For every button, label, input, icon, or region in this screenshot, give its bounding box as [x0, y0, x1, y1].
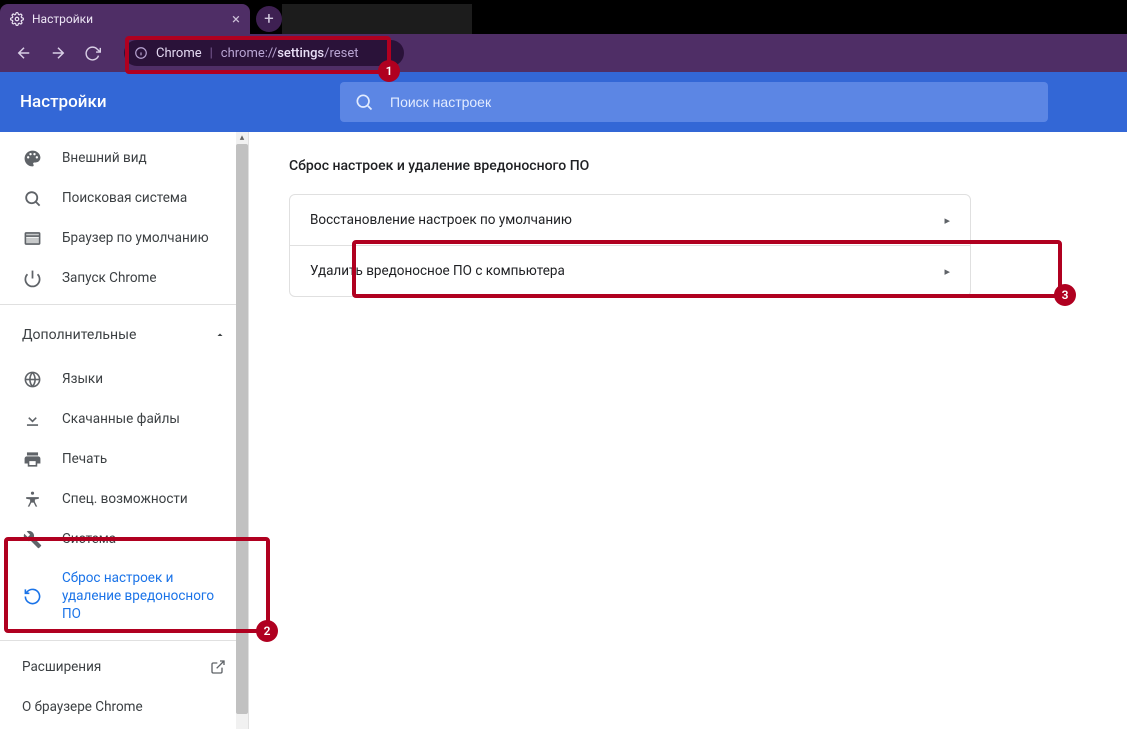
- forward-button[interactable]: [44, 39, 72, 67]
- search-icon: [22, 188, 42, 208]
- settings-search[interactable]: [340, 82, 1048, 122]
- sidebar-advanced-toggle[interactable]: Дополнительные: [0, 311, 248, 359]
- advanced-label: Дополнительные: [22, 327, 136, 343]
- accessibility-icon: [22, 489, 42, 509]
- row-label: Восстановление настроек по умолчанию: [310, 212, 572, 228]
- settings-content: Сброс настроек и удаление вредоносного П…: [249, 132, 1127, 729]
- row-restore-defaults[interactable]: Восстановление настроек по умолчанию ▸: [290, 195, 970, 245]
- sidebar-item-label: Запуск Chrome: [62, 269, 157, 287]
- print-icon: [22, 449, 42, 469]
- sidebar-item-label: Поисковая система: [62, 189, 187, 207]
- address-bar[interactable]: Chrome | chrome://settings/reset: [124, 40, 404, 66]
- sidebar-item-about[interactable]: О браузере Chrome: [0, 687, 248, 727]
- tab-strip: Настройки × +: [0, 0, 1127, 34]
- sidebar-item-label: Сброс настроек и удаление вредоносного П…: [62, 569, 226, 624]
- close-icon[interactable]: ×: [232, 12, 240, 27]
- sidebar-item-extensions[interactable]: Расширения: [0, 647, 248, 687]
- sidebar-item-label: Браузер по умолчанию: [62, 229, 209, 247]
- plus-icon: +: [264, 9, 274, 29]
- content-heading: Сброс настроек и удаление вредоносного П…: [289, 158, 1087, 174]
- sidebar-item-default-browser[interactable]: Браузер по умолчанию: [0, 218, 248, 258]
- tab-title: Настройки: [32, 12, 93, 26]
- sidebar-item-print[interactable]: Печать: [0, 439, 248, 479]
- settings-sidebar: ▴ Внешний вид Поисковая система Браузер …: [0, 132, 249, 729]
- sidebar-item-system[interactable]: Система: [0, 519, 248, 559]
- search-icon: [354, 92, 374, 112]
- reload-button[interactable]: [78, 39, 106, 67]
- chevron-up-icon: [214, 329, 226, 341]
- divider: [0, 640, 248, 641]
- browser-icon: [22, 228, 42, 248]
- external-link-icon: [210, 659, 226, 675]
- scrollbar-thumb[interactable]: [236, 144, 248, 714]
- settings-header: Настройки: [0, 72, 1127, 132]
- omnibox-url: chrome://settings/reset: [221, 46, 359, 61]
- sidebar-item-startup[interactable]: Запуск Chrome: [0, 258, 248, 298]
- sidebar-item-label: Спец. возможности: [62, 490, 188, 508]
- globe-icon: [22, 369, 42, 389]
- sidebar-item-label: Система: [62, 530, 116, 548]
- chevron-right-icon: ▸: [944, 265, 950, 278]
- sidebar-item-label: Печать: [62, 450, 107, 468]
- tab-active[interactable]: Настройки ×: [0, 4, 250, 34]
- sidebar-item-accessibility[interactable]: Спец. возможности: [0, 479, 248, 519]
- info-icon: [134, 46, 148, 60]
- gear-icon: [10, 12, 24, 26]
- back-button[interactable]: [10, 39, 38, 67]
- sidebar-item-label: Языки: [62, 370, 103, 388]
- download-icon: [22, 409, 42, 429]
- new-tab-button[interactable]: +: [256, 6, 282, 32]
- settings-card: Восстановление настроек по умолчанию ▸ У…: [289, 194, 971, 297]
- sidebar-item-label: Внешний вид: [62, 149, 147, 167]
- page-title: Настройки: [20, 92, 340, 112]
- search-input[interactable]: [388, 93, 1034, 111]
- sidebar-item-appearance[interactable]: Внешний вид: [0, 138, 248, 178]
- chevron-right-icon: ▸: [944, 214, 950, 227]
- reset-icon: [22, 586, 42, 606]
- sidebar-item-search-engine[interactable]: Поисковая система: [0, 178, 248, 218]
- sidebar-item-label: Скачанные файлы: [62, 410, 180, 428]
- tab-inactive[interactable]: [282, 4, 472, 34]
- row-remove-malware[interactable]: Удалить вредоносное ПО с компьютера ▸: [290, 245, 970, 296]
- omnibox-separator: |: [210, 46, 213, 61]
- divider: [0, 304, 248, 305]
- omnibox-chip: Chrome: [156, 46, 202, 61]
- sidebar-item-label: Расширения: [22, 658, 101, 676]
- sidebar-item-label: О браузере Chrome: [22, 698, 143, 716]
- palette-icon: [22, 148, 42, 168]
- sidebar-item-languages[interactable]: Языки: [0, 359, 248, 399]
- browser-toolbar: Chrome | chrome://settings/reset: [0, 34, 1127, 72]
- scroll-up-icon[interactable]: ▴: [236, 132, 248, 144]
- sidebar-item-reset[interactable]: Сброс настроек и удаление вредоносного П…: [0, 559, 248, 634]
- wrench-icon: [22, 529, 42, 549]
- power-icon: [22, 268, 42, 288]
- sidebar-item-downloads[interactable]: Скачанные файлы: [0, 399, 248, 439]
- row-label: Удалить вредоносное ПО с компьютера: [310, 263, 565, 279]
